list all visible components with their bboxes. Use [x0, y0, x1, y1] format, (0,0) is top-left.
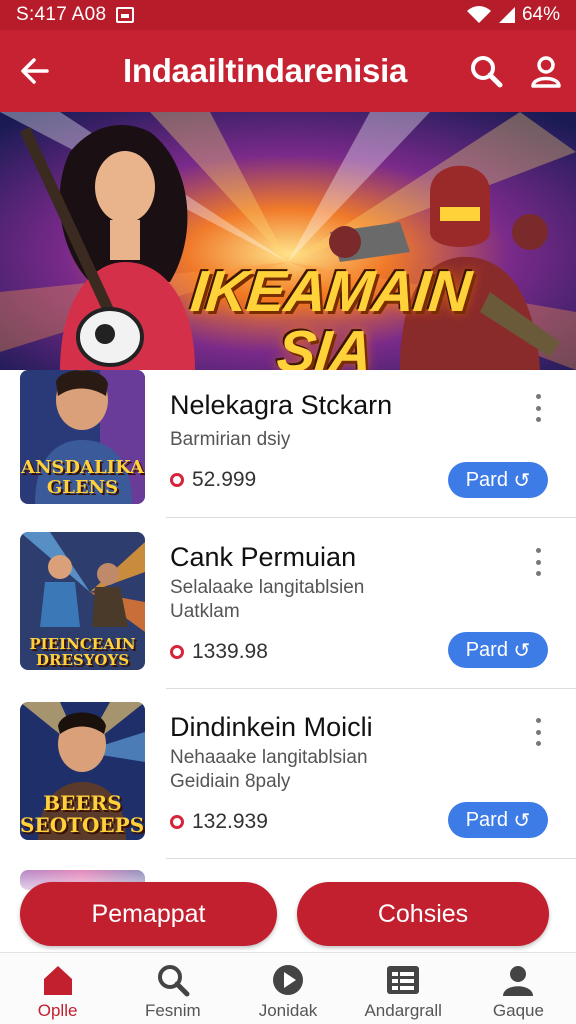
secondary-action-button[interactable]: Cohsies [297, 882, 549, 946]
page-title: Indaailtindarenisia [122, 52, 408, 89]
nav-item-search[interactable]: Fesnim [115, 953, 230, 1024]
play-icon [273, 965, 303, 995]
primary-action-button[interactable]: Pemappat [20, 882, 277, 946]
battery-level: 64% [521, 4, 560, 25]
nav-item-list[interactable]: Andargrall [346, 953, 461, 1024]
refresh-icon: ↺ [513, 809, 531, 832]
item-price: 132.939 [170, 810, 268, 834]
bottom-navigation: Oplle Fesnim Jonidak Andargrall Gaque [0, 952, 576, 1024]
status-bar: S:417 A08 64% [0, 0, 576, 30]
divider [166, 688, 576, 689]
item-action-label: Pard [465, 638, 508, 661]
list-icon [387, 966, 420, 994]
image-icon [116, 7, 135, 23]
nav-item-play[interactable]: Jonidak [230, 953, 345, 1024]
app-bar: Indaailtindarenisia [0, 30, 576, 112]
more-options-button[interactable] [528, 394, 548, 422]
thumbnail-title: PIEINCEAIN DRESYOYS [29, 635, 136, 669]
wifi-icon [466, 6, 491, 23]
search-icon [471, 56, 503, 88]
signal-icon [498, 7, 515, 23]
item-price-value: 52.999 [192, 468, 257, 491]
refresh-icon: ↺ [513, 639, 531, 662]
bottom-actions: Pemappat Cohsies [0, 868, 576, 952]
nav-label: Fesnim [144, 1001, 201, 1020]
item-price: 52.999 [170, 468, 256, 492]
banner-title-line2: SIA [274, 319, 375, 370]
refresh-icon: ↺ [513, 469, 531, 492]
divider [166, 517, 576, 518]
divider [166, 858, 576, 859]
item-description: Selalaake langitablsien Uatklam [170, 577, 365, 622]
item-title: Dindinkein Moicli [170, 712, 373, 742]
back-button[interactable] [0, 30, 70, 112]
item-thumbnail[interactable]: PIEINCEAIN DRESYOYS [20, 532, 145, 670]
banner-title-line1: IKEAMAIN [187, 259, 474, 324]
status-right: 64% [466, 4, 560, 26]
item-action-button[interactable]: Pard ↺ [448, 462, 548, 498]
item-thumbnail[interactable]: BEERS SEOTOEPSIA [20, 702, 145, 840]
coin-icon [170, 473, 184, 487]
item-title: Cank Permuian [170, 542, 357, 572]
banner-title: IKEAMAIN SIA [182, 259, 474, 370]
item-thumbnail[interactable]: ANSDALIKA GLENS [20, 370, 145, 504]
status-time: S:417 A08 [16, 4, 107, 25]
home-icon [43, 966, 72, 995]
thumbnail-title: BEERS SEOTOEPSIA [20, 791, 145, 837]
item-action-label: Pard [465, 468, 508, 491]
thumbnail-title: ANSDALIKA GLENS [21, 457, 144, 498]
item-price-value: 1339.98 [192, 640, 268, 663]
search-button[interactable] [456, 30, 516, 112]
item-action-button[interactable]: Pard ↺ [448, 802, 548, 838]
more-options-button[interactable] [528, 548, 548, 576]
profile-icon [503, 966, 534, 996]
item-price: 1339.98 [170, 640, 268, 664]
item-title: Nelekagra Stckarn [170, 390, 393, 420]
item-description: Barmirian dsiy [170, 429, 291, 450]
profile-icon [531, 56, 561, 88]
item-description: Nehaaake langitablsian Geidiain 8paly [170, 747, 368, 792]
item-price-value: 132.939 [192, 810, 268, 833]
nav-label: Andargrall [364, 1001, 442, 1020]
nav-label: Gaque [492, 1001, 544, 1020]
arrow-left-icon [21, 58, 49, 84]
coin-icon [170, 645, 184, 659]
search-icon [157, 965, 190, 997]
nav-label: Jonidak [258, 1001, 318, 1020]
promo-banner[interactable]: IKEAMAIN SIA [0, 112, 576, 370]
nav-item-profile[interactable]: Gaque [461, 953, 576, 1024]
more-options-button[interactable] [528, 718, 548, 746]
nav-label: Oplle [37, 1001, 78, 1020]
nav-item-home[interactable]: Oplle [0, 953, 115, 1024]
item-action-label: Pard [465, 808, 508, 831]
coin-icon [170, 815, 184, 829]
item-action-button[interactable]: Pard ↺ [448, 632, 548, 668]
profile-button[interactable] [516, 30, 576, 112]
